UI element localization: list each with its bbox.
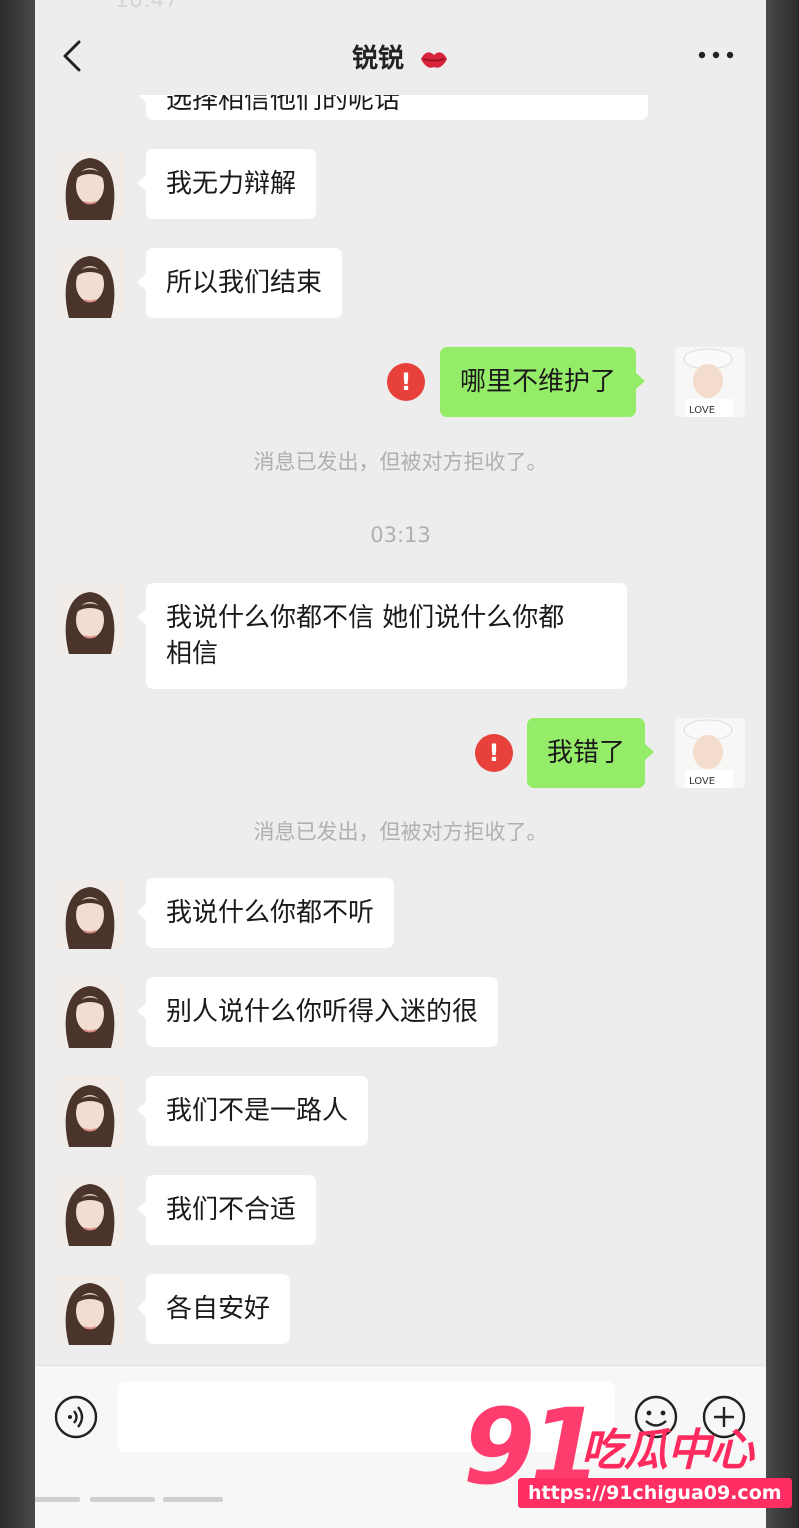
contact-name: 锐锐: [351, 44, 404, 74]
message-text: 别人说什么你听得入迷的很: [166, 997, 479, 1027]
message-bubble: 所以我们结束: [136, 248, 343, 318]
watermark-url: https://91chigua09.com: [518, 1478, 792, 1508]
watermark-logo: 91 吃瓜中心 https://91chigua09.com: [463, 1386, 792, 1514]
message-text: 我们不合适: [166, 1195, 297, 1225]
message-bubble: 我无力辩解: [136, 149, 317, 219]
message-text: 我们不是一路人: [166, 1096, 349, 1126]
my-avatar[interactable]: LOVE: [675, 347, 745, 417]
avatar-portrait-icon: [55, 248, 125, 318]
error-icon[interactable]: !: [475, 734, 513, 772]
avatar-portrait-icon: [55, 1275, 125, 1345]
message-text: 我错了: [547, 738, 626, 768]
contact-avatar[interactable]: [55, 1275, 125, 1345]
message-text: 所以我们结束: [166, 268, 323, 298]
left-backdrop: [0, 0, 35, 1528]
avatar-child-icon: LOVE: [675, 347, 745, 417]
avatar-portrait-icon: [55, 978, 125, 1048]
message-text: 哪里不维护了: [460, 367, 617, 397]
chat-title: 锐锐: [35, 38, 766, 75]
message-text: 我无力辩解: [166, 169, 297, 199]
avatar-portrait-icon: [55, 1077, 125, 1147]
contact-avatar[interactable]: [55, 150, 125, 220]
message-bubble: 我说什么你都不听: [136, 878, 395, 948]
contact-avatar[interactable]: [55, 1176, 125, 1246]
avatar-child-icon: LOVE: [675, 718, 745, 788]
message-text: 我说什么你都不听: [166, 898, 375, 928]
message-bubble: 我们不是一路人: [136, 1076, 369, 1146]
contact-avatar[interactable]: [55, 978, 125, 1048]
contact-avatar[interactable]: [55, 879, 125, 949]
message-text: 各自安好: [166, 1294, 271, 1324]
avatar-portrait-icon: [55, 1176, 125, 1246]
system-notice: 消息已发出，但被对方拒收了。: [253, 820, 548, 844]
message-text-line: 我说什么你都不信 她们说什么你都: [166, 603, 565, 633]
avatar-portrait-icon: [55, 879, 125, 949]
contact-avatar[interactable]: [55, 248, 125, 318]
avatar-portrait-icon: [55, 150, 125, 220]
message-bubble: 各自安好: [136, 1274, 291, 1344]
message-bubble: 别人说什么你听得入迷的很: [136, 977, 499, 1047]
sent-message-bubble: 我错了: [527, 718, 655, 788]
contact-avatar[interactable]: [55, 1077, 125, 1147]
message-list[interactable]: 选择相信他们的呢话 我无力辩解 所以我们结束 ! 哪里不维护了 LOVE 消息已…: [35, 0, 766, 1365]
chat-header: 10:47 锐锐: [35, 0, 766, 95]
kiss-mark-icon: [421, 51, 448, 68]
status-time: 10:47: [115, 0, 179, 13]
svg-text:LOVE: LOVE: [689, 405, 715, 416]
voice-icon: [54, 1395, 98, 1439]
message-bubble: 我们不合适: [136, 1175, 317, 1245]
right-backdrop: [766, 0, 799, 1528]
avatar-portrait-icon: [55, 584, 125, 654]
more-dots-icon: [698, 51, 734, 59]
chat-screen: 选择相信他们的呢话 我无力辩解 所以我们结束 ! 哪里不维护了 LOVE 消息已…: [35, 0, 766, 1528]
message-bubble: 我说什么你都不信 她们说什么你都 相信: [137, 583, 627, 689]
contact-avatar[interactable]: [55, 584, 125, 654]
watermark-text: 吃瓜中心: [581, 1425, 754, 1476]
my-avatar[interactable]: LOVE: [675, 718, 745, 788]
svg-text:LOVE: LOVE: [689, 776, 715, 787]
error-icon[interactable]: !: [387, 363, 425, 401]
message-text-line: 相信: [166, 639, 219, 669]
voice-input-button[interactable]: [53, 1394, 99, 1440]
more-options-button[interactable]: [696, 40, 736, 70]
system-notice: 消息已发出，但被对方拒收了。: [253, 450, 548, 474]
sent-message-bubble: 哪里不维护了: [440, 347, 646, 417]
timestamp: 03:13: [370, 523, 431, 547]
